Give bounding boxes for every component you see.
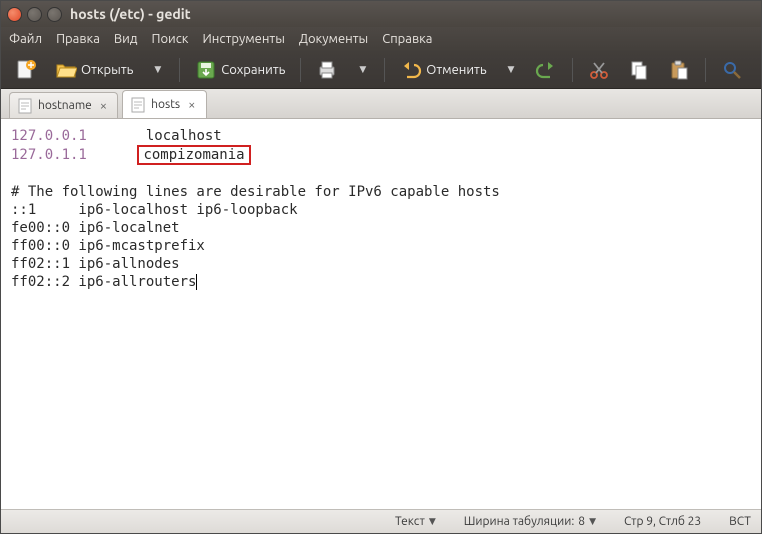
undo-icon: [400, 59, 422, 81]
close-icon[interactable]: [7, 7, 22, 22]
save-icon: [195, 59, 217, 81]
tabwidth-value: 8: [578, 515, 585, 528]
find-button[interactable]: [715, 56, 749, 84]
cursor-position: Стр 9, Стлб 23: [624, 515, 701, 528]
separator: [705, 58, 706, 82]
folder-open-icon: [55, 59, 77, 81]
menu-view[interactable]: Вид: [114, 32, 138, 46]
tabwidth-selector[interactable]: Ширина табуляции: 8 ▼: [464, 515, 596, 528]
paste-button[interactable]: [662, 56, 696, 84]
insert-mode: ВСТ: [729, 515, 751, 528]
comment-line: # The following lines are desirable for …: [11, 184, 500, 200]
ip-addr: 127.0.1.1: [11, 147, 87, 163]
highlighted-hostname: compizomania: [137, 145, 250, 165]
scissors-icon: [588, 59, 610, 81]
separator: [179, 58, 180, 82]
open-label: Открыть: [81, 63, 133, 77]
close-icon[interactable]: ×: [186, 98, 197, 112]
editor-area[interactable]: 127.0.0.1 localhost 127.0.1.1 compizoman…: [1, 119, 761, 509]
maximize-icon[interactable]: [47, 7, 62, 22]
separator: [384, 58, 385, 82]
separator: [572, 58, 573, 82]
window-buttons: [7, 7, 62, 22]
new-button[interactable]: [9, 56, 43, 84]
hostname-text: localhost: [146, 128, 222, 144]
chevron-down-icon: ▼: [356, 64, 369, 75]
titlebar: hosts (/etc) - gedit: [1, 1, 761, 27]
tab-hosts[interactable]: hosts ×: [122, 90, 206, 118]
undo-dropdown[interactable]: ▼: [499, 56, 524, 84]
toolbar: Открыть ▼ Сохранить ▼ Отменить ▼: [1, 51, 761, 89]
menu-file[interactable]: Файл: [9, 32, 42, 46]
cut-button[interactable]: [582, 56, 616, 84]
syntax-selector[interactable]: Текст ▼: [395, 515, 436, 528]
undo-button[interactable]: Отменить: [394, 56, 492, 84]
close-icon[interactable]: ×: [98, 99, 109, 113]
ip-addr: 127.0.0.1: [11, 128, 87, 144]
menu-tools[interactable]: Инструменты: [202, 32, 284, 46]
text-cursor: [196, 274, 197, 290]
ipv6-line: ff02::1 ip6-allnodes: [11, 256, 180, 272]
tabbar: hostname × hosts ×: [1, 89, 761, 119]
file-icon: [131, 97, 145, 113]
ipv6-line: ::1 ip6-localhost ip6-loopback: [11, 202, 298, 218]
open-button[interactable]: Открыть: [49, 56, 139, 84]
search-icon: [721, 59, 743, 81]
chevron-down-icon: ▼: [505, 64, 518, 75]
menubar: Файл Правка Вид Поиск Инструменты Докуме…: [1, 27, 761, 51]
redo-icon: [535, 59, 557, 81]
chevron-down-icon: ▼: [151, 64, 164, 75]
menu-documents[interactable]: Документы: [299, 32, 368, 46]
print-icon: [316, 59, 338, 81]
separator: [300, 58, 301, 82]
tabwidth-label: Ширина табуляции:: [464, 515, 575, 528]
window-title: hosts (/etc) - gedit: [70, 6, 191, 22]
chevron-down-icon: ▼: [589, 516, 596, 527]
ipv6-line: fe00::0 ip6-localnet: [11, 220, 180, 236]
undo-label: Отменить: [426, 63, 486, 77]
menu-help[interactable]: Справка: [382, 32, 432, 46]
tab-label: hosts: [151, 98, 180, 111]
ipv6-line: ff00::0 ip6-mcastprefix: [11, 238, 205, 254]
paste-icon: [668, 59, 690, 81]
redo-button[interactable]: [529, 56, 563, 84]
copy-icon: [628, 59, 650, 81]
file-icon: [18, 98, 32, 114]
open-dropdown[interactable]: ▼: [145, 56, 170, 84]
minimize-icon[interactable]: [27, 7, 42, 22]
print-button[interactable]: [310, 56, 344, 84]
menu-search[interactable]: Поиск: [151, 32, 188, 46]
new-file-icon: [15, 59, 37, 81]
syntax-label: Текст: [395, 515, 425, 528]
print-dropdown[interactable]: ▼: [350, 56, 375, 84]
ipv6-line: ff02::2 ip6-allrouters: [11, 274, 196, 290]
save-button[interactable]: Сохранить: [189, 56, 291, 84]
tab-label: hostname: [38, 99, 92, 112]
save-label: Сохранить: [221, 63, 285, 77]
statusbar: Текст ▼ Ширина табуляции: 8 ▼ Стр 9, Стл…: [1, 509, 761, 533]
tab-hostname[interactable]: hostname ×: [9, 92, 118, 118]
menu-edit[interactable]: Правка: [56, 32, 100, 46]
copy-button[interactable]: [622, 56, 656, 84]
chevron-down-icon: ▼: [429, 516, 436, 527]
gedit-window: hosts (/etc) - gedit Файл Правка Вид Пои…: [0, 0, 762, 534]
replace-button[interactable]: [755, 56, 762, 84]
